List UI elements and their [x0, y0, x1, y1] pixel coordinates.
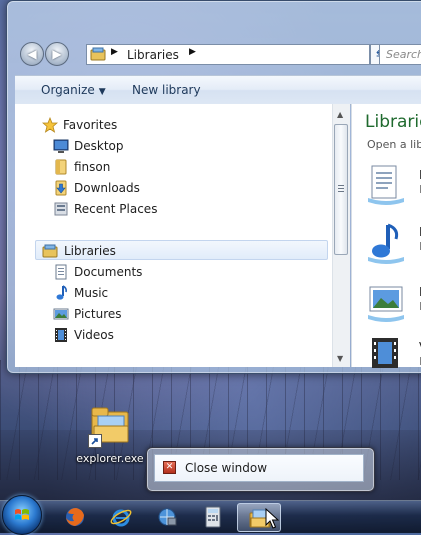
tree-item-videos[interactable]: Videos: [53, 325, 313, 345]
tree-item-label: Videos: [74, 328, 114, 342]
tree-item-label: Downloads: [74, 181, 140, 195]
content-pane: Librarie Open a libra D Li M Li: [351, 104, 421, 368]
breadcrumb-arrow-icon[interactable]: ▶: [111, 47, 118, 57]
tree-item-downloads[interactable]: Downloads: [53, 178, 313, 198]
search-input[interactable]: Search: [379, 44, 421, 65]
library-item-videos[interactable]: Vi Li: [366, 336, 421, 382]
desktop-icon-explorer-exe[interactable]: explorer.exe: [72, 404, 148, 465]
folder-icon: [55, 159, 67, 175]
network-icon[interactable]: [155, 505, 179, 529]
scroll-up-icon[interactable]: ▲: [337, 110, 343, 119]
close-window-label: Close window: [185, 461, 268, 475]
desktop-icon: [53, 139, 69, 153]
folder-icon: [88, 404, 132, 450]
calculator-icon[interactable]: [201, 505, 225, 529]
desktop-icon-label: explorer.exe: [76, 452, 144, 465]
tree-item-libraries[interactable]: Libraries: [35, 240, 328, 260]
library-item-pictures[interactable]: Pi Li: [366, 281, 421, 327]
organize-menu[interactable]: Organize ▼: [41, 83, 106, 97]
back-button[interactable]: ◀: [20, 42, 44, 66]
breadcrumb-arrow-icon[interactable]: ▶: [189, 47, 196, 57]
address-bar[interactable]: ▶ Libraries ▶: [86, 44, 370, 65]
tree-item-finson[interactable]: finson: [53, 157, 313, 177]
library-item-documents[interactable]: D Li: [366, 164, 421, 210]
library-item-music[interactable]: M Li: [366, 221, 421, 267]
scroll-down-icon[interactable]: ▼: [337, 354, 343, 363]
tree-item-label: Desktop: [74, 139, 124, 153]
start-button[interactable]: [2, 495, 42, 535]
pictures-icon: [53, 308, 69, 320]
tree-item-label: Pictures: [74, 307, 122, 321]
tree-item-label: finson: [74, 160, 111, 174]
new-library-button[interactable]: New library: [132, 83, 201, 97]
windows-logo-icon: [15, 509, 29, 520]
firefox-icon[interactable]: [63, 505, 87, 529]
content-subheading: Open a libra: [367, 138, 421, 151]
navigation-pane: Favorites Desktop finson Downloads Recen…: [15, 104, 350, 367]
downloads-folder-icon: [55, 180, 67, 196]
tree-item-desktop[interactable]: Desktop: [53, 136, 313, 156]
grip-icon: [338, 185, 344, 192]
tree-item-favorites[interactable]: Favorites: [42, 115, 322, 135]
scrollbar-thumb[interactable]: [334, 124, 348, 255]
tree-item-pictures[interactable]: Pictures: [53, 304, 313, 324]
documents-library-icon: [368, 165, 404, 205]
close-icon: ✕: [163, 461, 176, 474]
recent-places-icon: [54, 202, 68, 216]
taskbar: [0, 495, 421, 535]
tree-item-label: Documents: [74, 265, 143, 279]
command-bar: Organize ▼ New library: [15, 75, 421, 105]
videos-library-icon: [372, 338, 398, 368]
libraries-icon: [90, 47, 106, 61]
organize-label: Organize: [41, 83, 95, 97]
libraries-icon: [42, 244, 58, 258]
tree-item-label: Favorites: [63, 118, 118, 132]
star-icon: [42, 117, 58, 133]
music-library-icon: [368, 223, 404, 264]
videos-icon: [55, 328, 67, 342]
forward-button[interactable]: ▶: [45, 42, 69, 66]
tree-item-label: Libraries: [64, 244, 116, 258]
tree-item-label: Music: [74, 286, 109, 300]
navigation-pane-scrollbar[interactable]: ▲ ▼: [332, 104, 350, 367]
breadcrumb-libraries[interactable]: Libraries: [127, 48, 179, 62]
content-heading: Librarie: [365, 112, 421, 132]
music-note-icon: [56, 285, 67, 300]
chevron-down-icon: ▼: [98, 87, 106, 97]
documents-icon: [55, 264, 67, 280]
tree-item-recent-places[interactable]: Recent Places: [53, 199, 313, 219]
internet-explorer-icon[interactable]: [109, 505, 133, 529]
tree-item-documents[interactable]: Documents: [53, 262, 313, 282]
taskbar-jumplist-popup: ✕ Close window: [146, 447, 375, 492]
explorer-window[interactable]: ◀ ▶ ▶ Libraries ▶ ⇆ Search Organize▼ New…: [6, 0, 421, 374]
tree-item-music[interactable]: Music: [53, 283, 313, 303]
tree-item-label: Recent Places: [74, 202, 158, 216]
close-window-menu-item[interactable]: ✕ Close window: [154, 454, 364, 482]
pictures-library-icon: [368, 286, 404, 322]
navigation-bar: ◀ ▶ ▶ Libraries ▶ ⇆ Search: [7, 39, 421, 71]
shortcut-arrow-icon: [88, 434, 102, 448]
mouse-cursor-icon: [265, 508, 279, 529]
